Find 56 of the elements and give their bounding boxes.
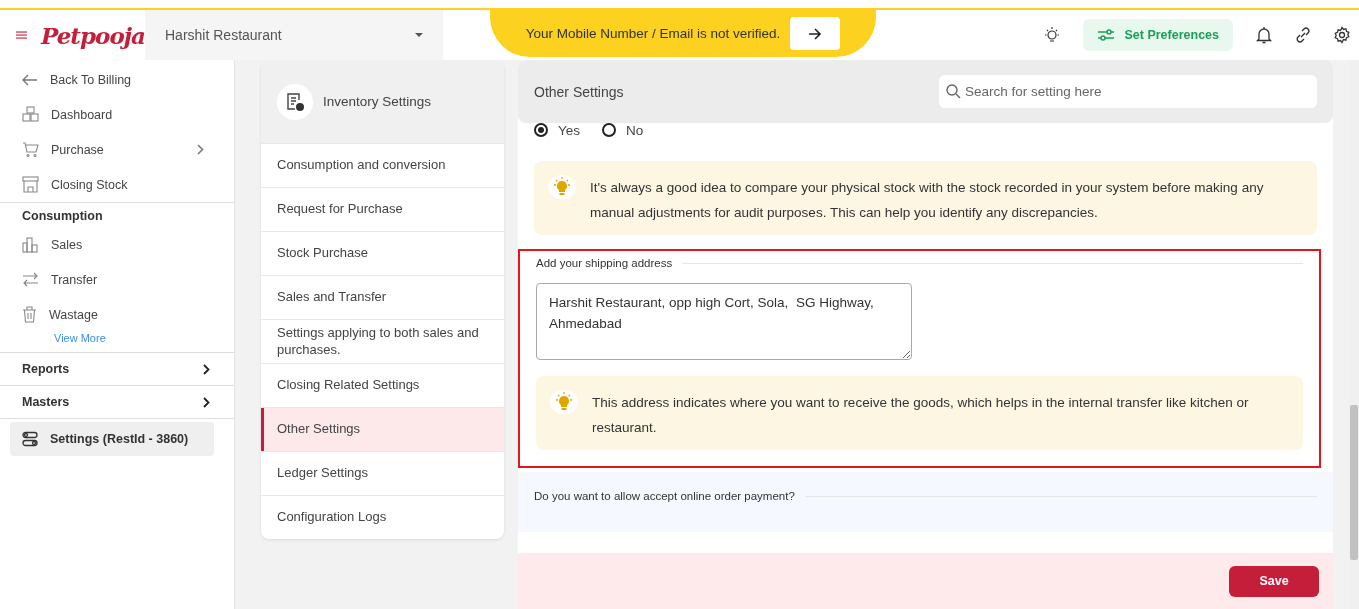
sliders-icon [1097,28,1116,42]
sidebar-group[interactable]: Reports [0,353,234,386]
lightbulb-icon [553,177,571,197]
settings-icon[interactable] [1333,26,1351,44]
settings-nav-item[interactable]: Consumption and conversion [261,143,504,187]
tip-text: It's always a good idea to compare your physical stock with the stock recorded in your system before making any manual adjustments for audit purposes. This can help you identify any discrepancies. [590,179,1265,222]
address-field[interactable]: Harshit Restaurant, opp high Cort, Sola, SG Highway, Ahmedabad [536,283,912,360]
back-to-billing-link[interactable]: Back To Billing [0,62,234,97]
restaurant-dropdown[interactable]: Harshit Restaurant [145,10,443,60]
sidebar-item[interactable]: Purchase [0,132,234,167]
radio-option[interactable]: No [602,123,644,138]
sidebar-item[interactable]: Sales [0,227,234,262]
section-title: Other Settings [534,83,624,100]
chevron-right-icon [197,144,204,155]
sidebar-item[interactable]: Closing Stock [0,167,234,202]
chevron-right-icon [203,363,210,375]
save-button[interactable]: Save [1229,565,1319,597]
toggles-icon [22,431,38,447]
settings-nav-item[interactable]: Stock Purchase [261,231,504,275]
settings-nav-item[interactable]: Sales and Transfer [261,275,504,319]
tip-text: This address indicates where you want to receive the goods, which helps in the internal transfer like kitchen or restaurant. [592,394,1250,437]
arrow-button[interactable] [790,17,841,50]
bar-chart-icon [22,236,39,253]
search-icon [946,84,961,99]
link-icon[interactable] [1295,27,1311,43]
settings-nav-item[interactable]: Other Settings [261,407,504,451]
trash-icon [22,306,37,323]
sidebar-group[interactable]: Masters [0,386,234,419]
question-label: Do you want to allow accept online order payment? [534,490,795,502]
caret-icon [415,33,423,37]
panel-title: Inventory Settings [323,94,432,109]
boxes-icon [22,106,39,123]
store-icon [22,176,39,193]
arrow-left-icon [22,73,38,86]
settings-nav-item[interactable]: Ledger Settings [261,451,504,495]
bell-icon[interactable] [1255,26,1273,44]
document-icon [277,83,313,120]
logo: Petpooja [41,21,145,49]
section-title: Consumption [21,209,104,225]
swap-icon [22,272,39,287]
bulb-icon[interactable] [1043,26,1062,44]
sidebar-item[interactable]: Transfer [0,262,234,297]
settings-nav-item[interactable]: Configuration Logs [261,495,504,539]
cart-icon [22,141,39,158]
settings-nav-item[interactable]: Request for Purchase [261,187,504,231]
arrow-right-icon [808,27,823,40]
chevron-right-icon [203,396,210,408]
settings-item[interactable]: Settings (RestId - 3860) [10,422,214,456]
sidebar-item[interactable]: Dashboard [0,97,234,132]
radio-option[interactable]: Yes [534,123,581,138]
lightbulb-icon [555,392,573,412]
banner-text: Your Mobile Number / Email is not verified. [525,26,781,41]
search-field[interactable]: Search for setting here [939,75,1317,108]
settings-nav-item[interactable]: Settings applying to both sales and purchases. [261,319,504,363]
sidebar-item[interactable]: Wastage [0,297,234,332]
section-label: Add your shipping address [536,257,673,269]
